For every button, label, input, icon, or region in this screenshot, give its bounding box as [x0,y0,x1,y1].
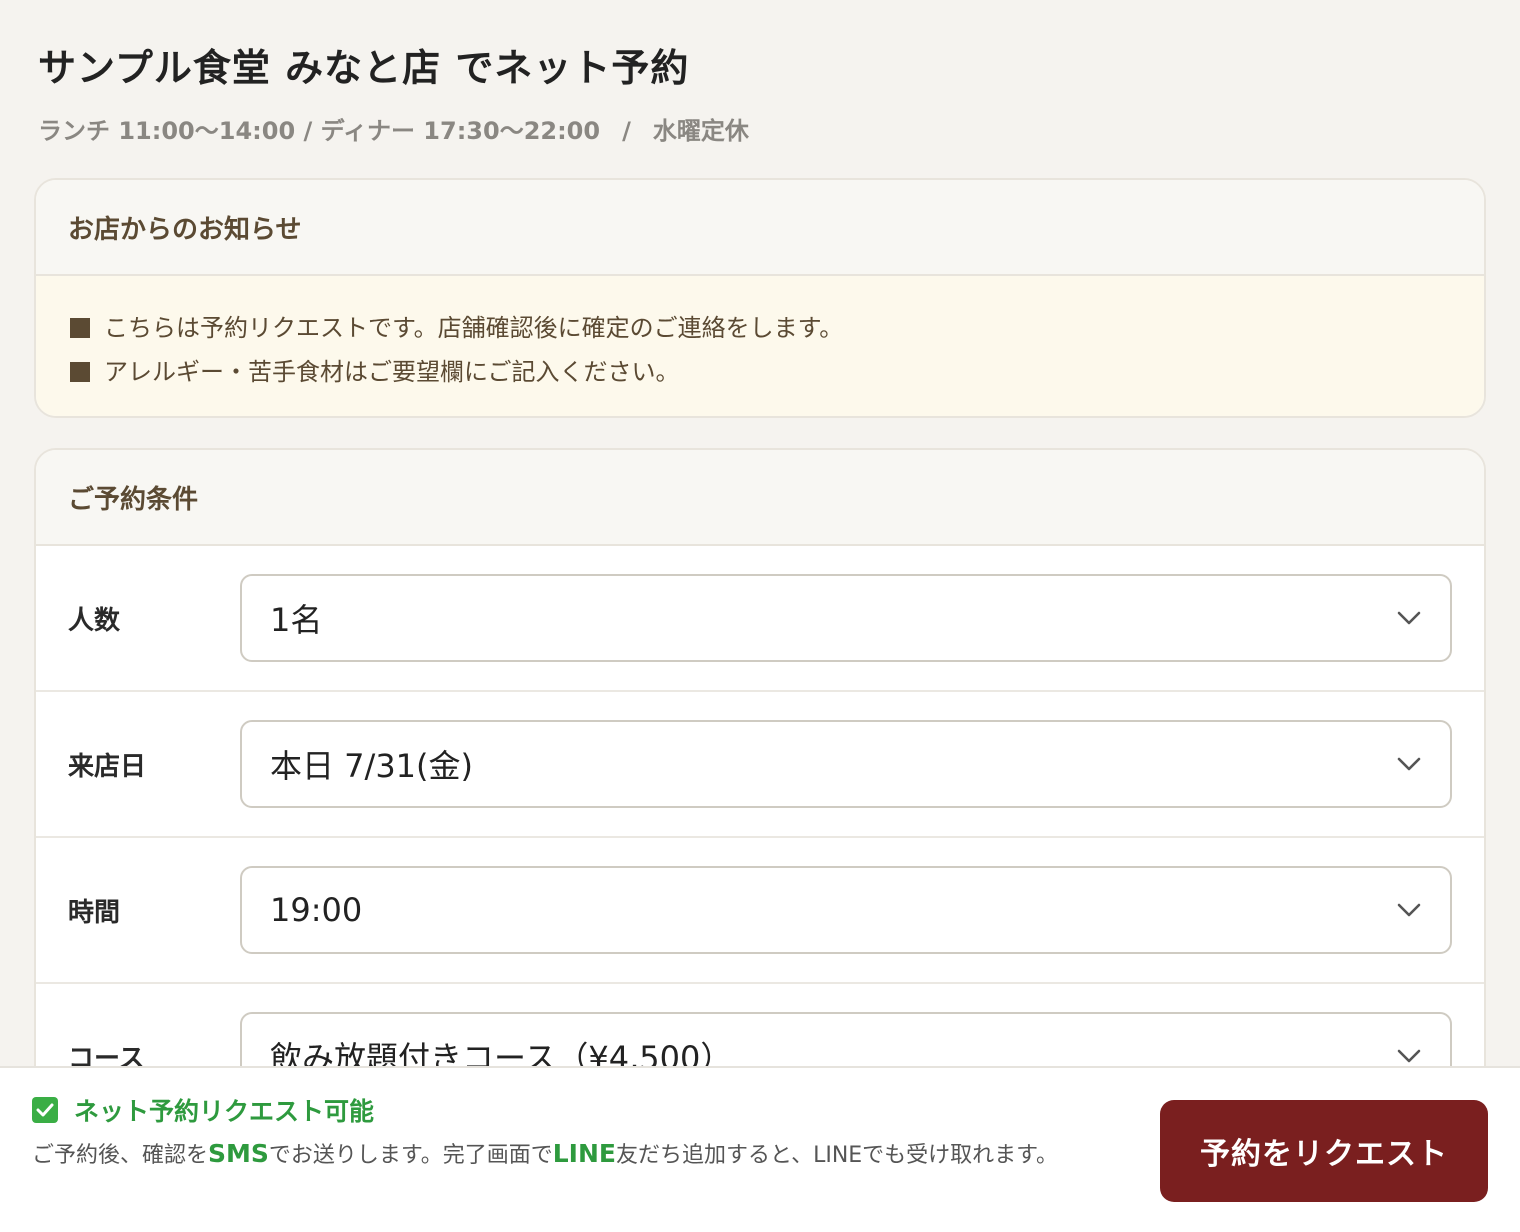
hours-text: ランチ 11:00〜14:00 / ディナー 17:30〜22:00 [38,117,601,145]
party-size-label: 人数 [68,605,121,636]
closed-day: 水曜定休 [652,117,749,145]
notice-card: お店からのお知らせ こちらは予約リクエストです。店舗確認後に確定のご連絡をします… [34,178,1486,418]
note-line: LINE [552,1139,616,1168]
availability-text: ネット予約リクエスト可能 [74,1097,375,1126]
square-bullet-icon [70,362,90,382]
visit-date-select[interactable]: 本日 7/31(金) [240,720,1452,808]
note-text: 友だち追加すると、LINEでも受け取れます。 [615,1143,1058,1168]
notice-item: こちらは予約リクエストです。店舗確認後に確定のご連絡をします。 [70,306,1452,350]
conditions-title: ご予約条件 [36,450,1484,546]
time-row: 時間 19:00 [36,838,1484,984]
chevron-down-icon [1394,749,1424,779]
reservation-page: サンプル食堂 みなと店 でネット予約 ランチ 11:00〜14:00 / ディナ… [0,0,1520,1232]
check-box-icon [32,1097,58,1123]
notice-item-text: こちらは予約リクエストです。店舗確認後に確定のご連絡をします。 [104,314,844,342]
notice-body: こちらは予約リクエストです。店舗確認後に確定のご連絡をします。 アレルギー・苦手… [36,276,1484,416]
request-reservation-button[interactable]: 予約をリクエスト [1160,1100,1488,1202]
party-size-value: 1名 [270,601,323,639]
visit-date-row: 来店日 本日 7/31(金) [36,692,1484,838]
page-title: サンプル食堂 みなと店 でネット予約 [38,46,690,90]
notice-title: お店からのお知らせ [36,180,1484,276]
visit-date-value: 本日 7/31(金) [270,747,474,785]
footer-note: ご予約後、確認をSMSでお送りします。完了画面でLINE友だち追加すると、LIN… [32,1134,1112,1176]
notice-item: アレルギー・苦手食材はご要望欄にご記入ください。 [70,350,1452,394]
hours-separator: / [622,117,631,145]
party-size-select[interactable]: 1名 [240,574,1452,662]
note-sms: SMS [208,1139,269,1168]
visit-date-label: 来店日 [68,751,147,782]
chevron-down-icon [1394,895,1424,925]
sticky-footer: ネット予約リクエスト可能 ご予約後、確認をSMSでお送りします。完了画面でLIN… [0,1066,1520,1232]
availability-status: ネット予約リクエスト可能 [32,1092,374,1128]
chevron-down-icon [1394,603,1424,633]
square-bullet-icon [70,318,90,338]
page-header: サンプル食堂 みなと店 でネット予約 ランチ 11:00〜14:00 / ディナ… [38,38,1478,148]
notice-item-text: アレルギー・苦手食材はご要望欄にご記入ください。 [104,358,680,386]
time-value: 19:00 [270,891,363,929]
note-text: ご予約後、確認を [32,1143,209,1168]
time-select[interactable]: 19:00 [240,866,1452,954]
party-size-row: 人数 1名 [36,546,1484,692]
note-text: でお送りします。完了画面で [268,1143,553,1168]
business-hours: ランチ 11:00〜14:00 / ディナー 17:30〜22:00 / 水曜定休 [38,114,1478,148]
time-label: 時間 [68,897,121,928]
